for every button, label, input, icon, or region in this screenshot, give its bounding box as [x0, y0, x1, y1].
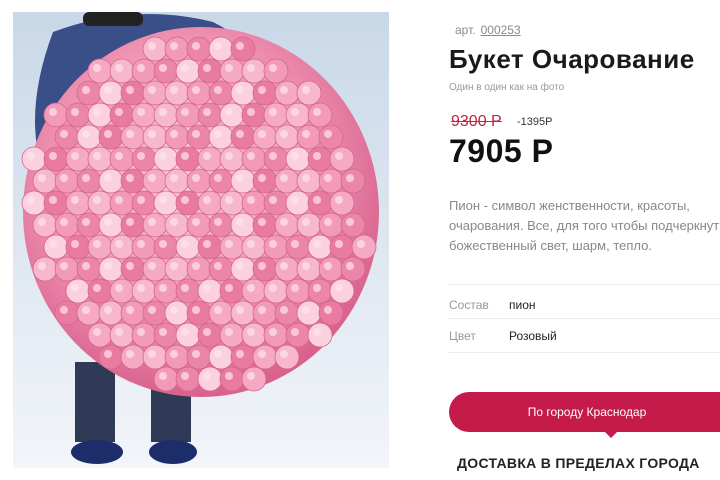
divider — [449, 284, 720, 285]
old-price: 9300 Р — [451, 113, 502, 130]
article-label: арт. — [455, 23, 476, 37]
divider — [449, 318, 720, 319]
article-code-link[interactable]: 000253 — [481, 23, 521, 37]
spec-label-color: Цвет — [449, 329, 476, 343]
current-price: 7905 Р — [449, 133, 554, 169]
product-info: арт. 000253 Букет Очарование Один в один … — [449, 0, 720, 480]
spec-value-color: Розовый — [509, 329, 557, 343]
product-photo[interactable] — [13, 12, 389, 468]
discount-amount: -1395Р — [517, 116, 553, 128]
spec-label-composition: Состав — [449, 298, 489, 312]
product-description: Пион - символ женственности, красоты, оч… — [449, 198, 720, 253]
product-subtitle: Один в один как на фото — [449, 82, 565, 93]
delivery-note: ДОСТАВКА В ПРЕДЕЛАХ ГОРОДА — [457, 455, 700, 471]
caret-down-icon — [605, 432, 617, 438]
article-number: арт. 000253 — [455, 23, 521, 37]
delivery-city-label: По городу Краснодар — [527, 405, 647, 419]
product-title: Букет Очарование — [449, 44, 695, 74]
divider — [449, 352, 720, 353]
peony-bouquet-image — [13, 12, 389, 468]
spec-value-composition: пион — [509, 298, 536, 312]
delivery-city-button[interactable]: По городу Краснодар — [449, 392, 720, 438]
